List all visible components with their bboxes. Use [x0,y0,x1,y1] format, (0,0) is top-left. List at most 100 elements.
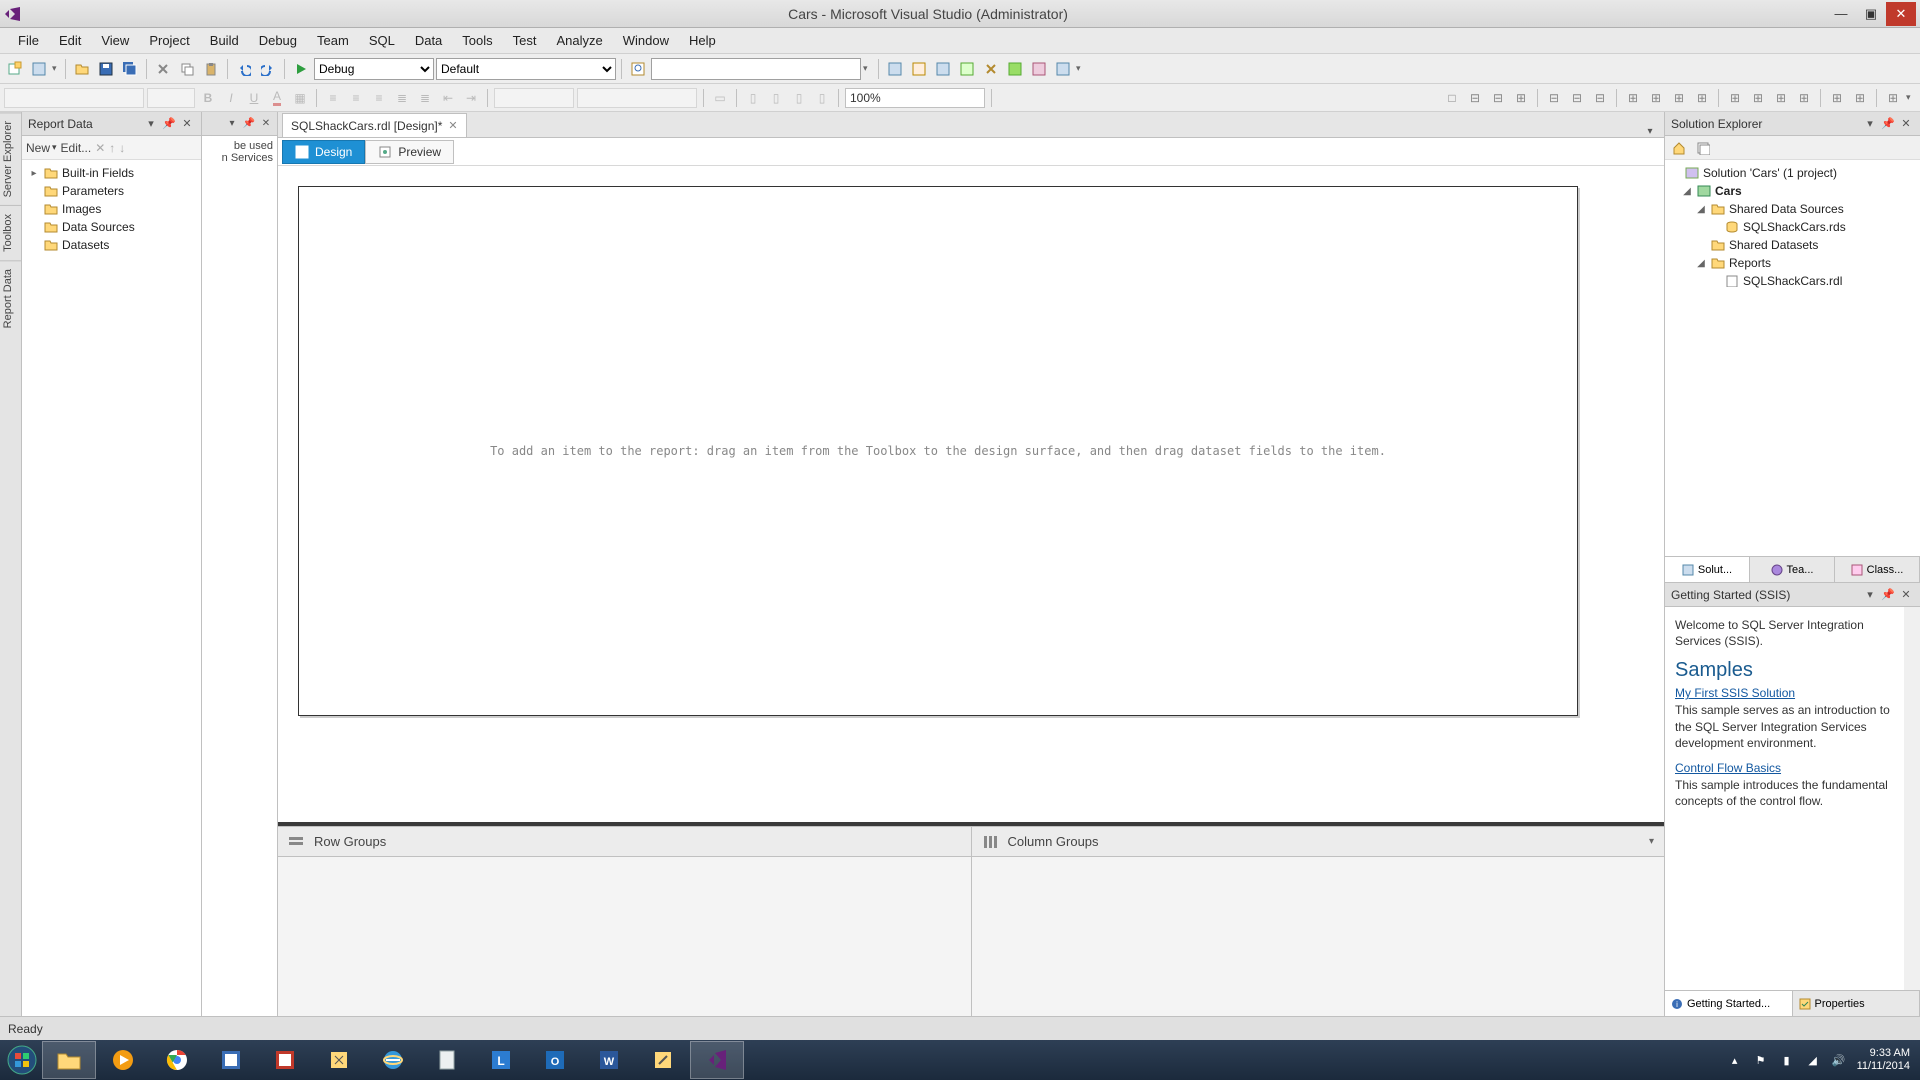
tray-network-icon[interactable]: ▮ [1779,1052,1795,1068]
close-icon[interactable]: ✕ [259,117,273,131]
align-tool-button[interactable]: □ [1442,88,1462,108]
align-tool-button[interactable]: ⊟ [1544,88,1564,108]
shared-data-sources-node[interactable]: ◢Shared Data Sources [1667,200,1918,218]
new-project-button[interactable] [4,58,26,80]
format-dropdown[interactable] [494,88,574,108]
panel-dropdown-icon[interactable]: ▾ [143,116,159,132]
align-tool-button[interactable]: ⊞ [1725,88,1745,108]
tree-node-images[interactable]: Images [24,200,199,218]
move-down-icon[interactable]: ↓ [119,141,125,155]
align-tool-button[interactable]: ⊞ [1748,88,1768,108]
new-dropdown[interactable]: New ▾ [26,141,57,155]
increase-indent-button[interactable]: ⇥ [461,88,481,108]
properties-tab[interactable]: Properties [1793,991,1920,1016]
font-family-dropdown[interactable] [4,88,144,108]
bullets-button[interactable]: ≣ [392,88,412,108]
align-tool-button[interactable]: ⊞ [1692,88,1712,108]
pin-icon[interactable]: 📌 [161,116,177,132]
pin-icon[interactable]: 📌 [242,117,256,131]
taskbar-word[interactable]: W [582,1041,636,1079]
sample-link-2[interactable]: Control Flow Basics [1675,761,1781,775]
align-tool-button[interactable]: ⊞ [1827,88,1847,108]
align-tool-button[interactable]: ⊟ [1465,88,1485,108]
taskbar-app[interactable] [258,1041,312,1079]
menu-edit[interactable]: Edit [49,29,91,52]
dropdown-arrow-icon[interactable]: ▾ [52,63,60,74]
menu-debug[interactable]: Debug [249,29,307,52]
taskbar-app[interactable] [636,1041,690,1079]
tree-node-builtin-fields[interactable]: ▸Built-in Fields [24,164,199,182]
align-tool-button[interactable]: ⊞ [1623,88,1643,108]
menu-data[interactable]: Data [405,29,452,52]
tool-button[interactable] [980,58,1002,80]
tray-clock[interactable]: 9:33 AM 11/11/2014 [1857,1047,1910,1073]
close-icon[interactable]: ✕ [1898,587,1914,603]
paste-button[interactable] [200,58,222,80]
find-input[interactable] [651,58,861,80]
align-tool-button[interactable]: ⊞ [1883,88,1903,108]
minimize-button[interactable]: — [1826,2,1856,26]
groups-dropdown-icon[interactable]: ▾ [1649,836,1654,847]
cut-button[interactable] [152,58,174,80]
pin-icon[interactable]: 📌 [1880,587,1896,603]
taskbar-chrome[interactable] [150,1041,204,1079]
start-button[interactable] [2,1040,42,1080]
class-view-tab[interactable]: Class... [1835,557,1920,582]
menu-analyze[interactable]: Analyze [547,29,613,52]
menu-build[interactable]: Build [200,29,249,52]
fill-color-button[interactable]: ▦ [290,88,310,108]
layout-button[interactable]: ▯ [743,88,763,108]
maximize-button[interactable]: ▣ [1856,2,1886,26]
layout-button[interactable]: ▯ [766,88,786,108]
getting-started-tab[interactable]: iGetting Started... [1665,991,1793,1016]
solution-explorer-tab[interactable]: Solut... [1665,557,1750,582]
toolbar-overflow-icon[interactable]: ▾ [1076,63,1086,74]
menu-view[interactable]: View [91,29,139,52]
panel-dropdown-icon[interactable]: ▾ [225,117,239,131]
menu-tools[interactable]: Tools [452,29,502,52]
report-item[interactable]: SQLShackCars.rdl [1667,272,1918,290]
tree-node-data-sources[interactable]: Data Sources [24,218,199,236]
canvas-area[interactable]: To add an item to the report: drag an it… [278,166,1664,822]
decrease-indent-button[interactable]: ⇤ [438,88,458,108]
font-size-dropdown[interactable] [147,88,195,108]
tool-button[interactable] [956,58,978,80]
close-icon[interactable]: ✕ [1898,116,1914,132]
solution-platform-dropdown[interactable]: Default [436,58,616,80]
font-color-button[interactable]: A [267,88,287,108]
align-tool-button[interactable]: ⊟ [1590,88,1610,108]
edit-link[interactable]: Edit... [61,141,92,155]
italic-button[interactable]: I [221,88,241,108]
underline-button[interactable]: U [244,88,264,108]
server-explorer-tab[interactable]: Server Explorer [0,112,21,205]
close-icon[interactable]: ✕ [179,116,195,132]
menu-team[interactable]: Team [307,29,359,52]
start-button[interactable] [290,58,312,80]
solution-config-dropdown[interactable]: Debug [314,58,434,80]
bold-button[interactable]: B [198,88,218,108]
align-right-button[interactable]: ≡ [369,88,389,108]
taskbar-outlook[interactable]: O [528,1041,582,1079]
toolbox-tab[interactable]: Toolbox [0,205,21,260]
menu-file[interactable]: File [8,29,49,52]
pin-icon[interactable]: 📌 [1880,116,1896,132]
taskbar-notepad[interactable] [420,1041,474,1079]
layout-button[interactable]: ▯ [789,88,809,108]
align-tool-button[interactable]: ⊞ [1771,88,1791,108]
home-button[interactable] [1669,138,1689,158]
tree-node-datasets[interactable]: Datasets [24,236,199,254]
zoom-dropdown[interactable]: 100% [845,88,985,108]
align-tool-button[interactable]: ⊞ [1669,88,1689,108]
close-button[interactable]: ✕ [1886,2,1916,26]
delete-icon[interactable]: ✕ [95,141,105,155]
document-tab[interactable]: SQLShackCars.rdl [Design]* ✕ [282,113,467,137]
align-tool-button[interactable]: ⊞ [1850,88,1870,108]
tool-button[interactable] [1004,58,1026,80]
tool-button[interactable] [884,58,906,80]
reports-node[interactable]: ◢Reports [1667,254,1918,272]
preview-tab[interactable]: Preview [365,140,454,164]
sample-link-1[interactable]: My First SSIS Solution [1675,686,1795,700]
numbering-button[interactable]: ≣ [415,88,435,108]
shared-datasets-node[interactable]: Shared Datasets [1667,236,1918,254]
tool-button[interactable] [932,58,954,80]
